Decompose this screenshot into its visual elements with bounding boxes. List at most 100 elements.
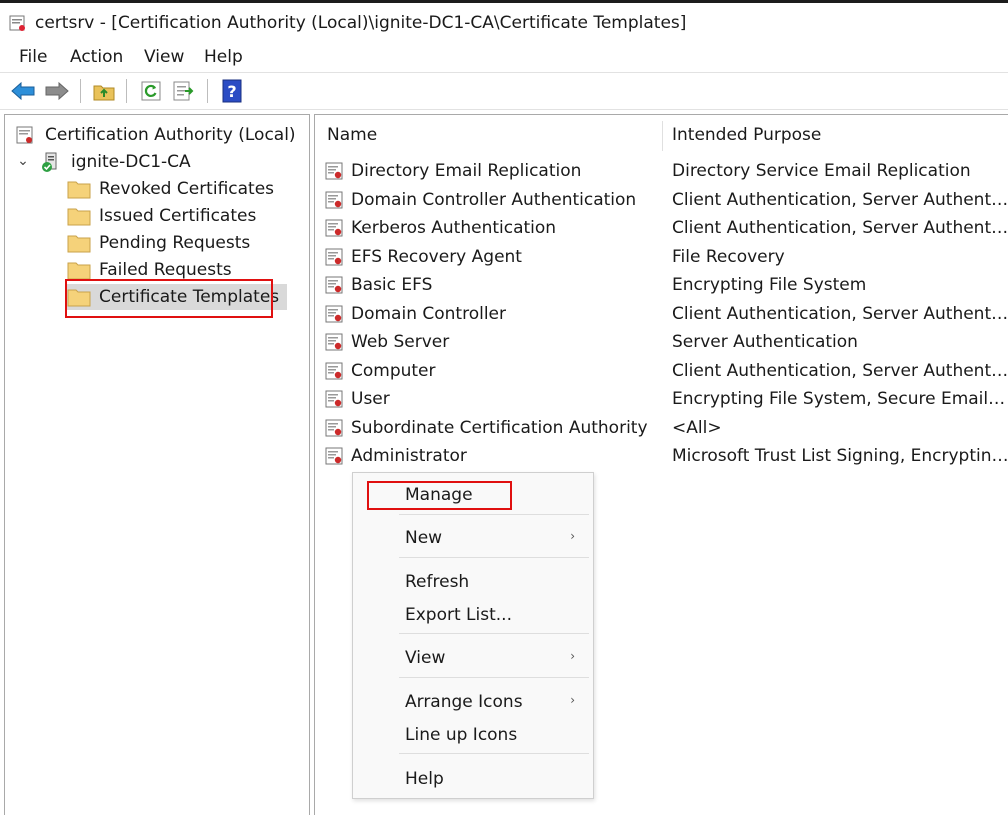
template-intended-purpose: Server Authentication [672, 332, 1008, 352]
folder-icon [67, 178, 91, 200]
highlight-certificate-templates [65, 279, 273, 318]
tree-folder-pending-requests[interactable]: Pending Requests [67, 230, 250, 256]
template-name: Subordinate Certification Authority [351, 418, 648, 438]
template-name: Administrator [351, 446, 467, 466]
column-header-intended-purpose[interactable]: Intended Purpose [672, 115, 821, 155]
chevron-down-icon[interactable]: ⌄ [16, 154, 30, 168]
folder-icon [67, 205, 91, 227]
table-row[interactable]: AdministratorMicrosoft Trust List Signin… [315, 442, 1008, 470]
column-divider[interactable] [662, 121, 663, 151]
template-intended-purpose: Encrypting File System, Secure Email, Cl… [672, 389, 1008, 409]
table-row[interactable]: User Encrypting File System, Secure Email… [315, 385, 1008, 413]
context-menu: Manage New › Refresh Export List... View… [352, 472, 594, 799]
table-row[interactable]: Domain Controller Client Authentication, … [315, 300, 1008, 328]
refresh-icon [140, 80, 162, 102]
submenu-arrow-icon: › [570, 649, 575, 663]
template-intended-purpose: Encrypting File System [672, 275, 1008, 295]
up-one-level-button[interactable] [90, 78, 118, 104]
template-name: Domain Controller [351, 304, 506, 324]
context-menu-refresh[interactable]: Refresh [405, 572, 469, 592]
table-row[interactable]: Web Server Server Authentication [315, 328, 1008, 356]
submenu-arrow-icon: › [570, 693, 575, 707]
menu-separator [399, 753, 589, 754]
template-name: Kerberos Authentication [351, 218, 556, 238]
menu-help[interactable]: Help [204, 47, 243, 67]
menu-separator [399, 633, 589, 634]
certificate-template-icon [324, 190, 344, 210]
template-name: Domain Controller Authentication [351, 190, 636, 210]
context-menu-line-up-icons[interactable]: Line up Icons [405, 725, 517, 745]
back-button[interactable] [9, 78, 37, 104]
template-intended-purpose: File Recovery [672, 247, 1008, 267]
certificate-template-icon [324, 446, 344, 466]
table-row[interactable]: EFS Recovery AgentFile Recovery [315, 243, 1008, 271]
menu-action[interactable]: Action [70, 47, 123, 67]
folder-label: Issued Certificates [99, 206, 256, 226]
certsrv-app-icon [8, 13, 28, 33]
toolbar-separator [207, 79, 208, 103]
toolbar-separator [80, 79, 81, 103]
help-button[interactable]: ? [218, 78, 246, 104]
folder-label: Failed Requests [99, 260, 232, 280]
up-folder-icon [92, 80, 116, 102]
table-row[interactable]: Kerberos Authentication Client Authentica… [315, 214, 1008, 242]
column-header-name[interactable]: Name [327, 115, 377, 155]
toolbar-separator [126, 79, 127, 103]
tree-root-certification-authority[interactable]: Certification Authority (Local) [13, 122, 296, 148]
certificate-template-icon [324, 332, 344, 352]
folder-icon [67, 232, 91, 254]
svg-text:?: ? [227, 82, 236, 101]
context-menu-arrange-icons[interactable]: Arrange Icons [405, 692, 523, 712]
help-icon: ? [221, 79, 243, 103]
forward-arrow-icon [44, 80, 70, 102]
template-intended-purpose: Client Authentication, Server Authentica… [672, 218, 1008, 238]
menu-bar: File Action View Help [0, 40, 1008, 72]
certificate-template-icon [324, 247, 344, 267]
folder-label: Revoked Certificates [99, 179, 274, 199]
tree-folder-revoked-certificates[interactable]: Revoked Certificates [67, 176, 274, 202]
table-row[interactable]: Directory Email ReplicationDirectory Ser… [315, 157, 1008, 185]
context-menu-view[interactable]: View [405, 648, 445, 668]
template-name: Computer [351, 361, 436, 381]
forward-button[interactable] [43, 78, 71, 104]
template-intended-purpose: Directory Service Email Replication [672, 161, 1008, 181]
certificate-authority-icon [13, 124, 37, 146]
certificate-template-icon [324, 275, 344, 295]
title-bar: certsrv - [Certification Authority (Loca… [0, 3, 1008, 40]
template-intended-purpose: Client Authentication, Server Authentica… [672, 304, 1008, 324]
tree-node-ca[interactable]: ignite-DC1-CA [39, 149, 191, 175]
menu-file[interactable]: File [19, 47, 47, 67]
context-menu-export-list[interactable]: Export List... [405, 605, 512, 625]
folder-label: Pending Requests [99, 233, 250, 253]
tree-folder-issued-certificates[interactable]: Issued Certificates [67, 203, 256, 229]
certificate-template-icon [324, 218, 344, 238]
export-list-button[interactable] [170, 78, 198, 104]
table-row[interactable]: Subordinate Certification Authority <All> [315, 414, 1008, 442]
context-menu-new[interactable]: New [405, 528, 442, 548]
server-ca-icon [39, 151, 63, 173]
folder-icon [67, 259, 91, 281]
certificate-template-icon [324, 161, 344, 181]
certificate-template-icon [324, 304, 344, 324]
highlight-manage [367, 481, 512, 510]
back-arrow-icon [10, 80, 36, 102]
window-title: certsrv - [Certification Authority (Loca… [35, 13, 686, 33]
template-name: User [351, 389, 390, 409]
table-row[interactable]: ComputerClient Authentication, Server Au… [315, 357, 1008, 385]
certificate-template-icon [324, 389, 344, 409]
console-tree[interactable]: Certification Authority (Local) ⌄ ignite… [4, 114, 310, 815]
context-menu-help[interactable]: Help [405, 769, 444, 789]
menu-separator [399, 557, 589, 558]
template-intended-purpose: <All> [672, 418, 1008, 438]
refresh-button[interactable] [137, 78, 165, 104]
certificate-template-icon [324, 361, 344, 381]
table-row[interactable]: Domain Controller Authentication Client A… [315, 186, 1008, 214]
table-row[interactable]: Basic EFS Encrypting File System [315, 271, 1008, 299]
tree-root-label: Certification Authority (Local) [45, 125, 296, 145]
template-name: Basic EFS [351, 275, 432, 295]
export-list-icon [172, 80, 196, 102]
menu-view[interactable]: View [144, 47, 184, 67]
certificate-template-icon [324, 418, 344, 438]
template-name: Web Server [351, 332, 449, 352]
template-intended-purpose: Client Authentication, Server Authentica… [672, 190, 1008, 210]
